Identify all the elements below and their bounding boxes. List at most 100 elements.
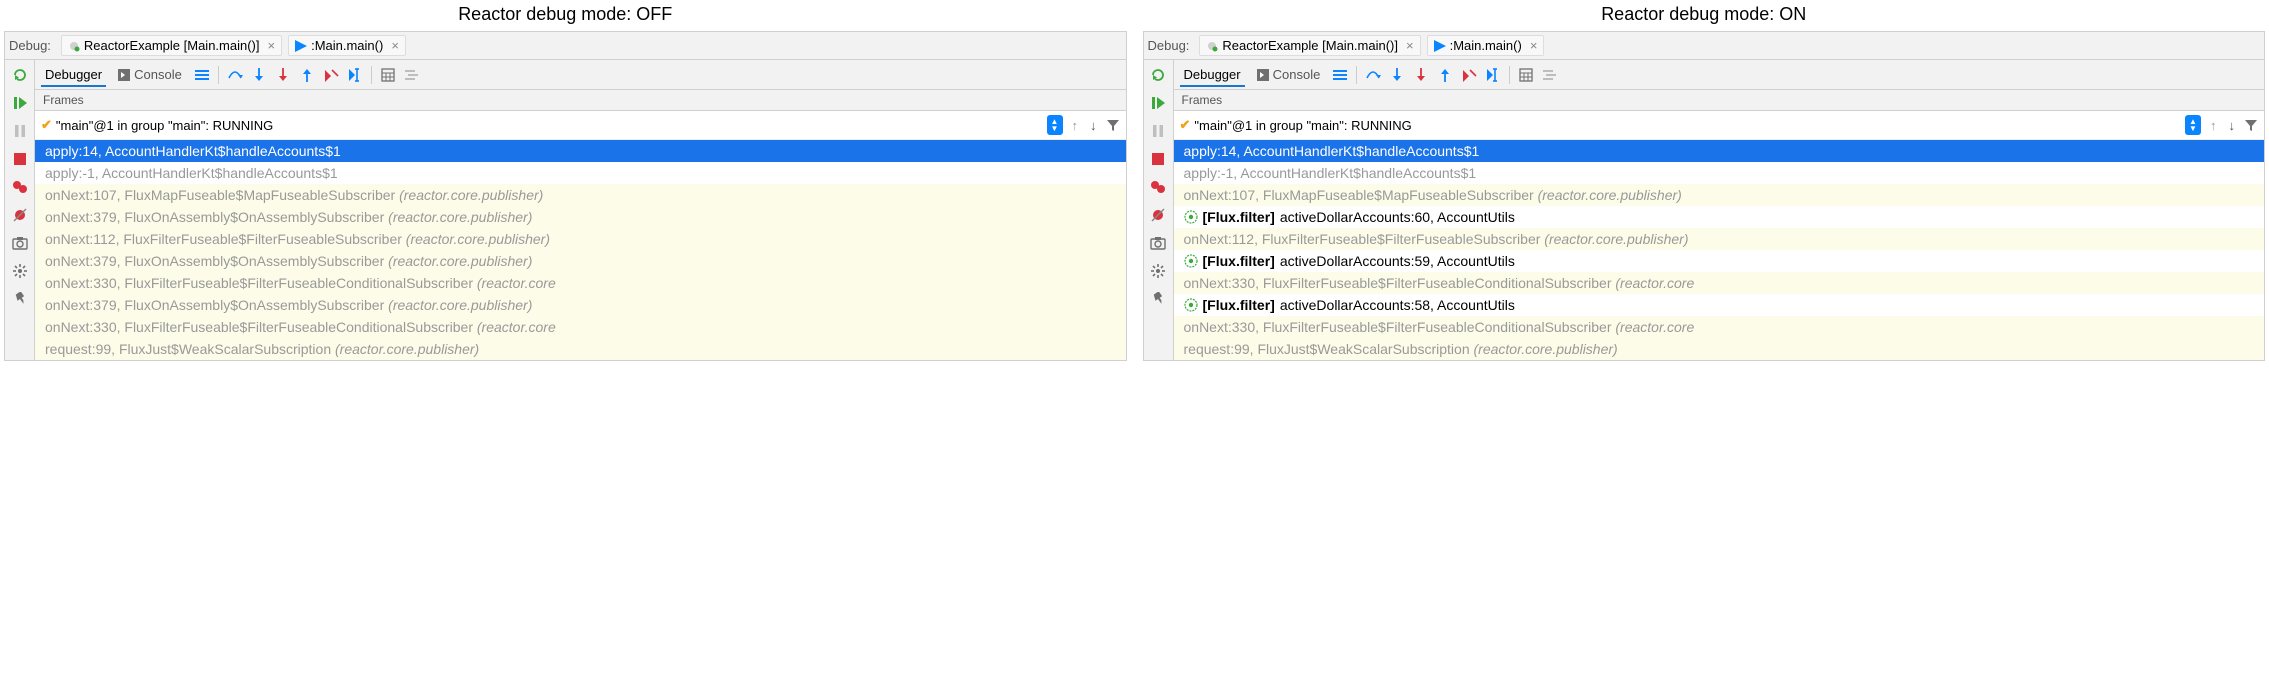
frame-row[interactable]: [Flux.filter] activeDollarAccounts:60, A… [1174,206,2265,228]
rerun-button[interactable] [1147,64,1169,86]
frame-row[interactable]: onNext:379, FluxOnAssembly$OnAssemblySub… [35,294,1126,316]
drop-frame-button[interactable] [1461,67,1477,83]
step-over-button[interactable] [227,67,243,83]
snapshot-button[interactable] [1147,232,1169,254]
pause-button[interactable] [1147,120,1169,142]
mute-breakpoints-button[interactable] [9,204,31,226]
next-frame-button[interactable]: ↓ [2226,118,2239,133]
tab-console[interactable]: Console [1253,63,1325,86]
run-config-tab[interactable]: ReactorExample [Main.main()] × [1199,35,1420,56]
pin-button[interactable] [9,288,31,310]
close-icon[interactable]: × [1406,38,1414,53]
settings-button[interactable] [9,260,31,282]
pin-button[interactable] [1147,288,1169,310]
panel-title-left: Reactor debug mode: OFF [4,4,1127,25]
frame-row[interactable]: onNext:112, FluxFilterFuseable$FilterFus… [35,228,1126,250]
thread-dropdown-stepper[interactable]: ▲▼ [1047,115,1063,135]
frame-row[interactable]: [Flux.filter] activeDollarAccounts:58, A… [1174,294,2265,316]
left-action-rail [5,60,35,360]
run-to-cursor-button[interactable] [1485,67,1501,83]
left-action-rail [1144,60,1174,360]
tab-console[interactable]: Console [114,63,186,86]
frame-row[interactable]: onNext:330, FluxFilterFuseable$FilterFus… [35,272,1126,294]
rerun-button[interactable] [9,64,31,86]
running-dot-icon [68,40,80,52]
next-frame-button[interactable]: ↓ [1087,118,1100,133]
thread-dropdown-stepper[interactable]: ▲▼ [2185,115,2201,135]
view-breakpoints-button[interactable] [1147,176,1169,198]
main-tab[interactable]: :Main.main() × [288,35,406,56]
frame-row[interactable]: onNext:379, FluxOnAssembly$OnAssemblySub… [35,206,1126,228]
frames-list[interactable]: apply:14, AccountHandlerKt$handleAccount… [35,140,1126,360]
threads-icon[interactable] [1332,67,1348,83]
step-out-button[interactable] [299,67,315,83]
step-out-button[interactable] [1437,67,1453,83]
debugger-window: Debug: ReactorExample [Main.main()] × :M… [4,31,1127,361]
step-over-button[interactable] [1365,67,1381,83]
evaluate-expression-button[interactable] [1518,67,1534,83]
debug-label: Debug: [9,38,51,53]
debugger-toolbar: Debugger Console [1174,60,2265,90]
thread-label: "main"@1 in group "main": RUNNING [56,118,273,133]
frame-row[interactable]: apply:14, AccountHandlerKt$handleAccount… [1174,140,2265,162]
frame-row[interactable]: onNext:379, FluxOnAssembly$OnAssemblySub… [35,250,1126,272]
debug-label: Debug: [1148,38,1190,53]
frame-row[interactable]: apply:-1, AccountHandlerKt$handleAccount… [1174,162,2265,184]
evaluate-expression-button[interactable] [380,67,396,83]
main-tab[interactable]: :Main.main() × [1427,35,1545,56]
debug-tabs-bar: Debug: ReactorExample [Main.main()] × :M… [4,31,1127,59]
stop-button[interactable] [9,148,31,170]
frame-row[interactable]: onNext:330, FluxFilterFuseable$FilterFus… [1174,316,2265,338]
step-into-button[interactable] [1389,67,1405,83]
drop-frame-button[interactable] [323,67,339,83]
frame-row[interactable]: onNext:107, FluxMapFuseable$MapFuseableS… [35,184,1126,206]
frame-row[interactable]: request:99, FluxJust$WeakScalarSubscript… [35,338,1126,360]
tab-debugger[interactable]: Debugger [1180,63,1245,87]
filter-button[interactable] [2244,118,2258,132]
frame-row[interactable]: onNext:107, FluxMapFuseable$MapFuseableS… [1174,184,2265,206]
force-step-into-button[interactable] [1413,67,1429,83]
prev-frame-button[interactable]: ↑ [2207,118,2220,133]
reactor-icon [1184,298,1198,312]
view-breakpoints-button[interactable] [9,176,31,198]
debugger-window: Debug: ReactorExample [Main.main()] × :M… [1143,31,2266,361]
settings-button[interactable] [1147,260,1169,282]
frame-row[interactable]: onNext:330, FluxFilterFuseable$FilterFus… [35,316,1126,338]
tab-debugger[interactable]: Debugger [41,63,106,87]
run-config-tab[interactable]: ReactorExample [Main.main()] × [61,35,282,56]
run-to-cursor-button[interactable] [347,67,363,83]
force-step-into-button[interactable] [275,67,291,83]
frame-row[interactable]: apply:14, AccountHandlerKt$handleAccount… [35,140,1126,162]
pause-button[interactable] [9,120,31,142]
close-icon[interactable]: × [1530,38,1538,53]
debug-tabs-bar: Debug: ReactorExample [Main.main()] × :M… [1143,31,2266,59]
console-icon [118,69,130,81]
run-config-label: ReactorExample [Main.main()] [1222,38,1398,53]
close-icon[interactable]: × [267,38,275,53]
frame-row[interactable]: onNext:112, FluxFilterFuseable$FilterFus… [1174,228,2265,250]
frame-row[interactable]: [Flux.filter] activeDollarAccounts:59, A… [1174,250,2265,272]
frame-row[interactable]: apply:-1, AccountHandlerKt$handleAccount… [35,162,1126,184]
prev-frame-button[interactable]: ↑ [1069,118,1082,133]
funnel-icon [2244,118,2258,132]
frames-header: Frames [1174,90,2265,111]
frame-row[interactable]: onNext:330, FluxFilterFuseable$FilterFus… [1174,272,2265,294]
stop-button[interactable] [1147,148,1169,170]
resume-button[interactable] [1147,92,1169,114]
close-icon[interactable]: × [391,38,399,53]
step-into-button[interactable] [251,67,267,83]
thread-selector-row: ✔ "main"@1 in group "main": RUNNING ▲▼ ↑… [35,111,1126,140]
thread-selector-row: ✔ "main"@1 in group "main": RUNNING ▲▼ ↑… [1174,111,2265,140]
thread-selector[interactable]: ✔ "main"@1 in group "main": RUNNING [1180,117,2180,133]
frames-list[interactable]: apply:14, AccountHandlerKt$handleAccount… [1174,140,2265,360]
resume-button[interactable] [9,92,31,114]
debugger-toolbar: Debugger Console [35,60,1126,90]
mute-breakpoints-button[interactable] [1147,204,1169,226]
trace-button[interactable] [1542,67,1558,83]
frame-row[interactable]: request:99, FluxJust$WeakScalarSubscript… [1174,338,2265,360]
thread-selector[interactable]: ✔ "main"@1 in group "main": RUNNING [41,117,1041,133]
snapshot-button[interactable] [9,232,31,254]
threads-icon[interactable] [194,67,210,83]
trace-button[interactable] [404,67,420,83]
filter-button[interactable] [1106,118,1120,132]
